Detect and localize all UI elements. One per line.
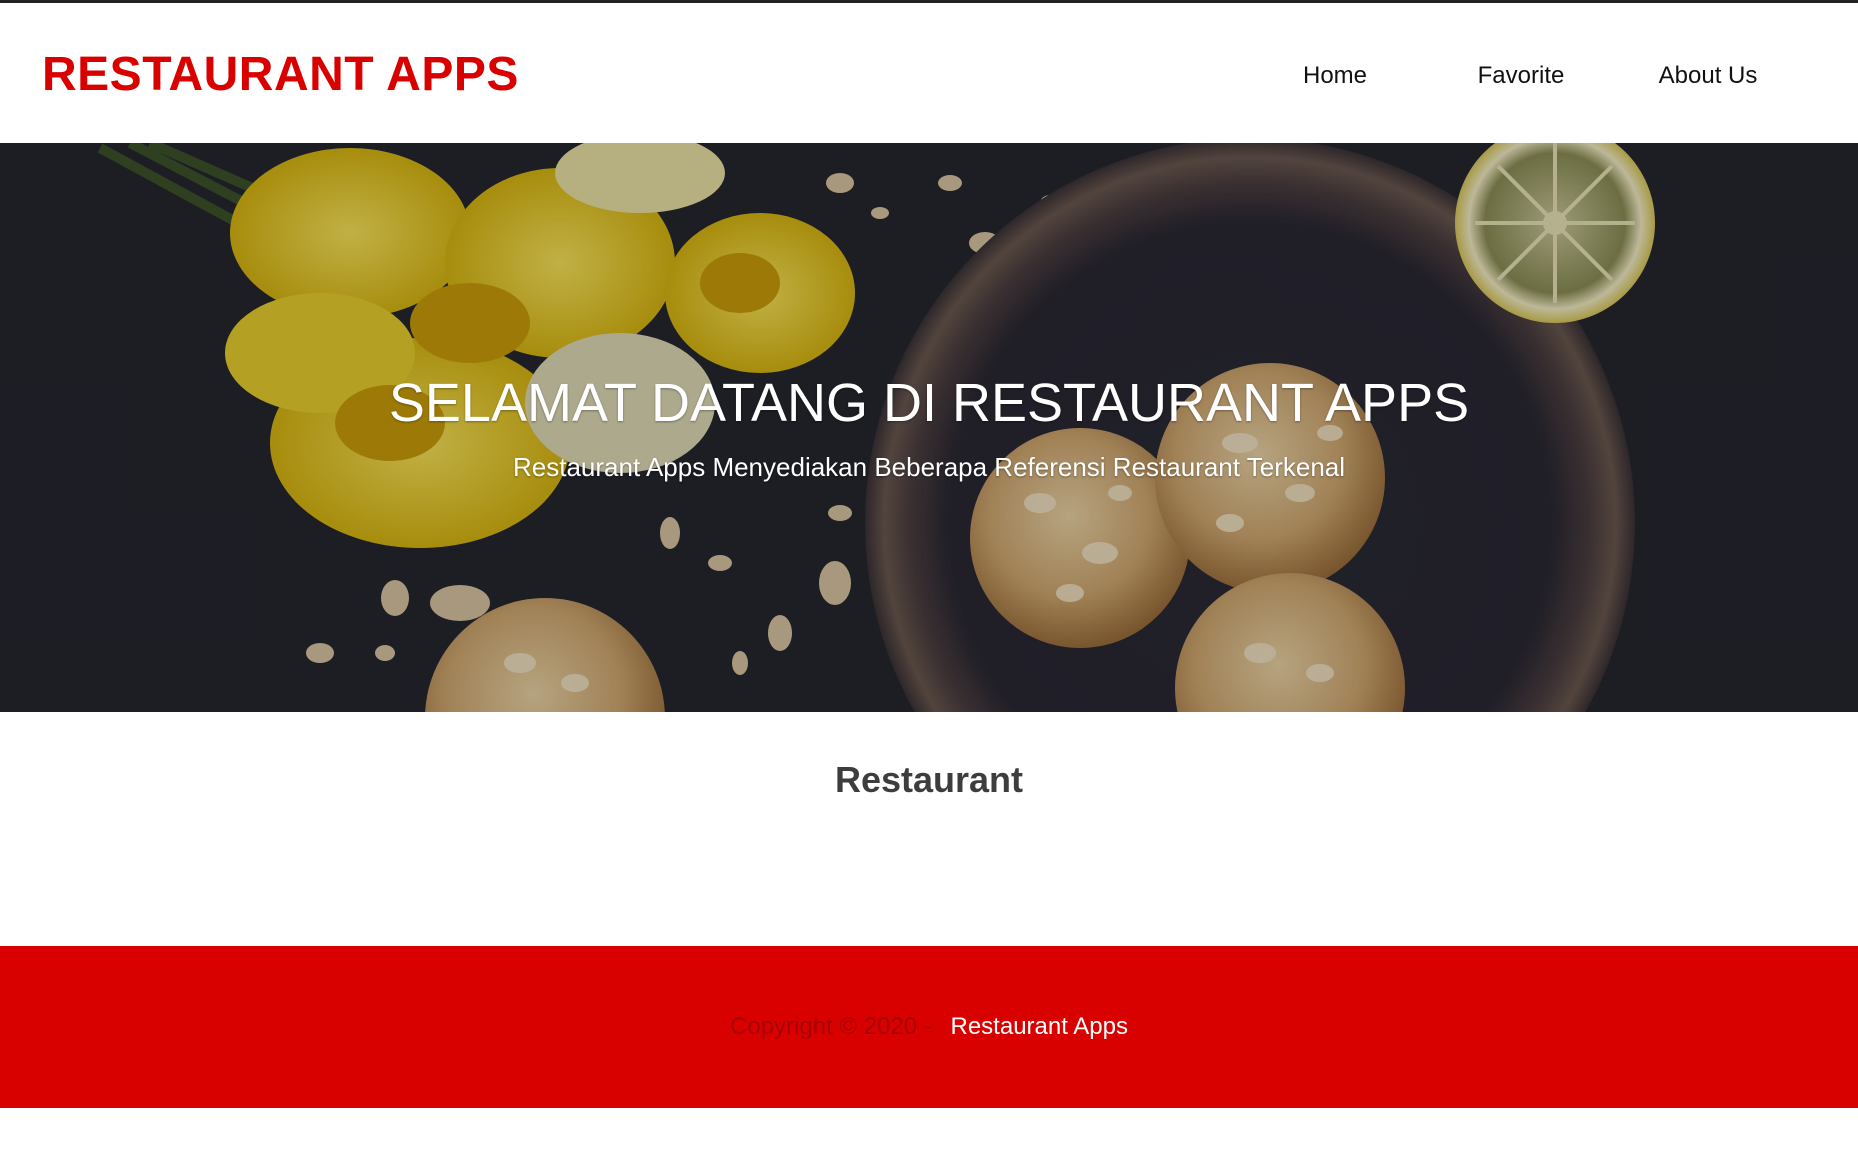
site-footer: Copyright © 2020 - Restaurant Apps [0,946,1858,1108]
footer-copyright: Copyright © 2020 - [730,1013,932,1040]
footer-brand: Restaurant Apps [950,1013,1128,1040]
main-nav: Home Favorite About Us [0,3,1858,143]
hero-title: SELAMAT DATANG DI RESTAURANT APPS [388,373,1470,433]
nav-home[interactable]: Home [1303,61,1367,91]
app-header: RESTAURANT APPS Home Favorite About Us [0,3,1858,143]
hero-banner: SELAMAT DATANG DI RESTAURANT APPS Restau… [0,143,1858,712]
nav-about-us[interactable]: About Us [1659,61,1758,91]
hero-subtitle: Restaurant Apps Menyediakan Beberapa Ref… [512,452,1346,482]
nav-favorite[interactable]: Favorite [1478,61,1565,91]
section-title: Restaurant [834,759,1024,800]
footer-text: Copyright © 2020 - Restaurant Apps [0,1012,1858,1042]
